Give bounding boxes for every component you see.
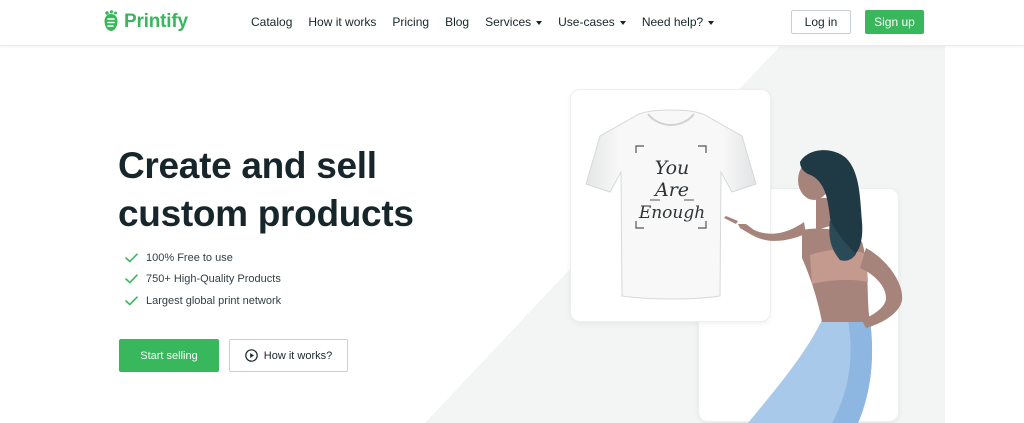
main-nav: Catalog How it works Pricing Blog Servic… (251, 0, 730, 44)
feature-item: Largest global print network (125, 290, 281, 312)
feature-item: 100% Free to use (125, 247, 281, 269)
how-it-works-label: How it works? (263, 349, 333, 362)
printify-logo-icon (104, 10, 118, 31)
how-it-works-button[interactable]: How it works? (229, 339, 348, 372)
signup-button[interactable]: Sign up (865, 10, 924, 34)
nav-item-blog[interactable]: Blog (445, 15, 469, 29)
printify-logo[interactable]: Printify (102, 10, 188, 34)
nav-item-use-cases[interactable]: Use-cases (558, 15, 626, 29)
login-button[interactable]: Log in (791, 10, 851, 34)
feature-list: 100% Free to use 750+ High-Quality Produ… (125, 247, 281, 312)
nav-label: Need help? (641, 15, 704, 29)
top-navbar: Printify Catalog How it works Pricing Bl… (0, 0, 1024, 46)
feature-item: 750+ High-Quality Products (125, 269, 281, 291)
nav-label: Use-cases (558, 15, 615, 29)
nav-item-catalog[interactable]: Catalog (251, 15, 292, 29)
nav-label: How it works (308, 15, 377, 29)
play-circle-icon (244, 349, 258, 362)
start-selling-button[interactable]: Start selling (119, 339, 219, 372)
feature-label: 100% Free to use (146, 251, 233, 264)
nav-item-how-it-works[interactable]: How it works (308, 15, 376, 29)
woman-illustration (724, 150, 903, 423)
nav-label: Catalog (251, 15, 293, 29)
nav-item-need-help[interactable]: Need help? (641, 15, 715, 29)
check-icon (125, 296, 138, 306)
nav-label: Blog (445, 15, 470, 29)
nav-item-pricing[interactable]: Pricing (392, 15, 429, 29)
feature-label: Largest global print network (146, 294, 282, 307)
brand-name: Printify (124, 11, 188, 32)
hero-title: Create and sell custom products (118, 145, 414, 234)
check-icon (125, 274, 138, 284)
check-icon (125, 253, 138, 263)
chevron-down-icon (536, 20, 543, 25)
chevron-down-icon (619, 20, 626, 25)
nav-item-services[interactable]: Services (485, 15, 543, 29)
feature-label: 750+ High-Quality Products (146, 273, 281, 286)
nav-label: Pricing (392, 15, 430, 29)
chevron-down-icon (708, 20, 715, 25)
nav-label: Services (485, 15, 532, 29)
